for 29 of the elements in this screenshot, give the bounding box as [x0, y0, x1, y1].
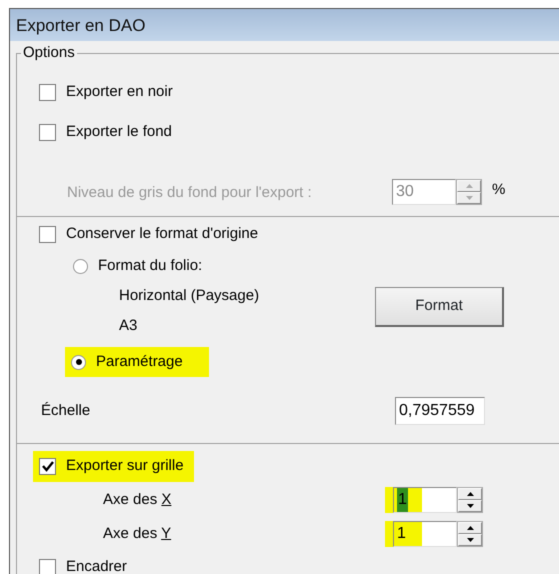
unit-label: % — [492, 180, 506, 200]
checkbox[interactable] — [39, 458, 56, 475]
field-label: Échelle — [41, 400, 92, 421]
radio-button[interactable] — [73, 258, 88, 274]
checkbox[interactable] — [39, 84, 56, 100]
format-button[interactable]: Format — [375, 287, 504, 327]
scale-field[interactable]: 0,7957559 — [395, 397, 485, 425]
checkbox-label: Encadrer — [66, 556, 127, 574]
window-title: Exporter en DAO — [16, 15, 146, 37]
info-text: A3 — [119, 316, 138, 336]
axis-label: Axe des Y — [103, 524, 172, 544]
field-value: 1 — [397, 488, 408, 512]
radio-label: Format du folio: — [98, 256, 202, 276]
checkbox[interactable] — [39, 124, 56, 140]
group-title: Options — [21, 43, 77, 63]
checkbox-label: Exporter sur grille — [66, 456, 184, 476]
spin-buttons[interactable] — [457, 487, 483, 513]
spin-buttons[interactable] — [457, 521, 483, 547]
checkbox-label: Exporter en noir — [66, 82, 173, 102]
field-label: Niveau de gris du fond pour l'export : — [67, 183, 313, 203]
info-text: Horizontal (Paysage) — [119, 286, 260, 306]
field-value: 1 — [397, 524, 406, 544]
checkbox-label: Exporter le fond — [66, 122, 172, 142]
axis-label: Axe des X — [103, 490, 172, 510]
radio-button[interactable] — [71, 354, 86, 370]
checkbox[interactable] — [39, 226, 56, 242]
checkbox[interactable] — [39, 558, 56, 574]
radio-label: Paramétrage — [96, 352, 183, 372]
checkbox-label: Conserver le format d'origine — [66, 224, 258, 244]
